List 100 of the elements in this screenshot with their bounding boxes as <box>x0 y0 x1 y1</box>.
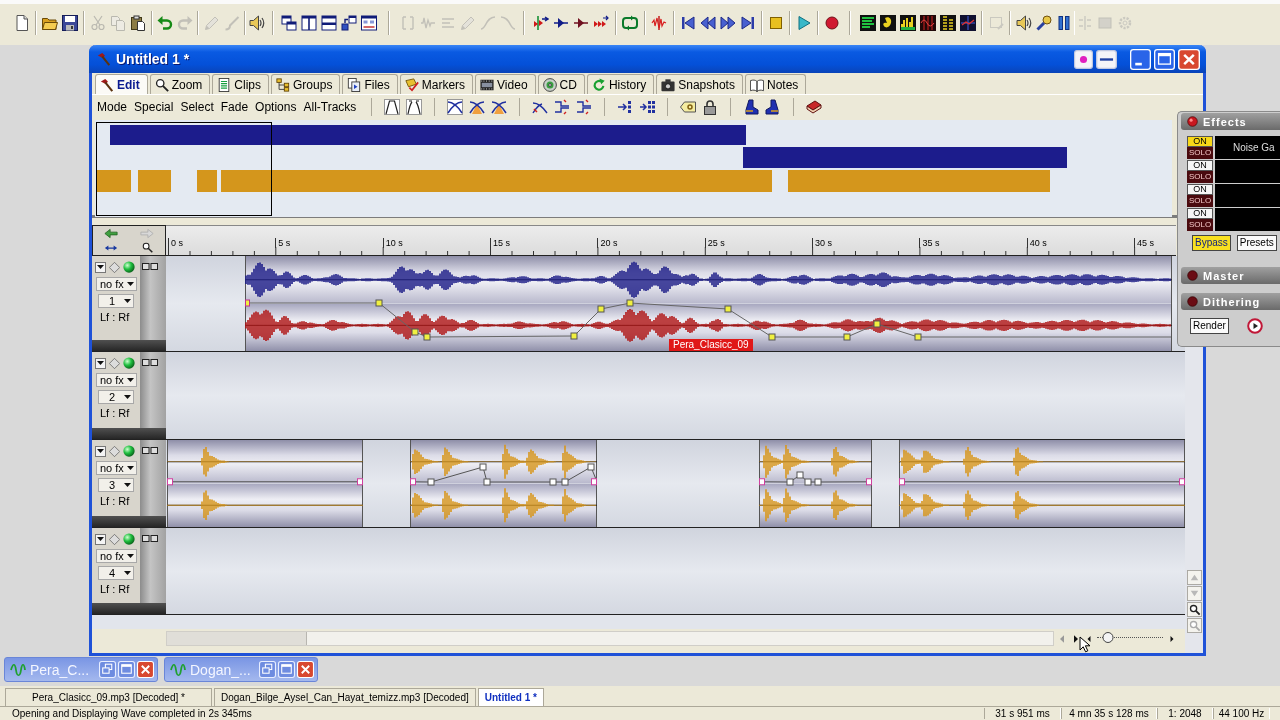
new-file-icon[interactable] <box>14 14 30 31</box>
menu-item[interactable]: Mode <box>97 99 128 114</box>
menu-item[interactable]: Fade <box>220 99 249 114</box>
channel-dropdown[interactable]: 4 <box>98 566 134 580</box>
close-icon[interactable] <box>297 661 314 678</box>
overview-map[interactable] <box>95 120 1172 217</box>
skip-start-icon[interactable] <box>680 14 696 31</box>
marker-arrow-icon[interactable] <box>533 14 549 31</box>
record-icon[interactable] <box>824 14 840 31</box>
tab[interactable]: History <box>586 74 655 94</box>
oscilloscope-icon[interactable] <box>920 14 936 31</box>
timeline-ruler[interactable]: 0 s 5 s 10 s 15 s 20 s 25 s 30 s 35 s 40 s 45 s <box>166 225 1176 256</box>
sphere-icon[interactable] <box>123 445 135 457</box>
channel-dropdown[interactable]: 1 <box>98 294 134 308</box>
restore-icon[interactable] <box>99 661 116 678</box>
undo-icon[interactable] <box>157 14 173 31</box>
sphere-icon[interactable] <box>123 261 135 273</box>
panel-header[interactable]: Dithering <box>1181 293 1280 310</box>
vector-scope-icon[interactable] <box>960 14 976 31</box>
volume-envelope[interactable] <box>410 463 597 486</box>
tile-horizontal-icon[interactable] <box>321 14 337 31</box>
audio-clip[interactable] <box>167 440 363 527</box>
spectrum-icon[interactable] <box>900 14 916 31</box>
on-toggle[interactable]: ON <box>1187 208 1213 219</box>
document-tab[interactable]: Untitled 1 * <box>477 688 544 706</box>
solo-toggle[interactable]: SOLO <box>1187 195 1213 207</box>
boot-icon[interactable] <box>743 98 760 115</box>
grid-arrow-icon[interactable] <box>639 98 656 115</box>
tab[interactable]: Snapshots <box>656 74 743 94</box>
volume-envelope[interactable] <box>759 471 872 486</box>
waveform-marker-icon[interactable] <box>651 14 667 31</box>
skip-end-icon[interactable] <box>740 14 756 31</box>
on-toggle[interactable]: ON <box>1187 184 1213 195</box>
crossfade-icon[interactable] <box>469 98 486 115</box>
menu-item[interactable]: All-Tracks <box>303 99 357 114</box>
menu-item[interactable]: Options <box>255 99 297 114</box>
maximize-icon[interactable] <box>278 661 295 678</box>
scrollbar-thumb[interactable] <box>167 632 307 645</box>
tile-vertical-icon[interactable] <box>301 14 317 31</box>
bypass-button[interactable]: Bypass <box>1192 235 1231 251</box>
audio-clip[interactable] <box>759 440 872 527</box>
volume-envelope[interactable] <box>245 299 1172 341</box>
right-arrow-icon[interactable] <box>1169 634 1175 643</box>
menu-item[interactable]: Special <box>134 99 174 114</box>
maximize-icon[interactable] <box>118 661 135 678</box>
boot-icon[interactable] <box>765 98 782 115</box>
bar-meter-icon[interactable] <box>940 14 956 31</box>
crossfade-split-icon[interactable] <box>554 98 571 115</box>
crossfade-icon[interactable] <box>491 98 508 115</box>
squares-icon[interactable] <box>142 263 158 270</box>
close-icon[interactable] <box>137 661 154 678</box>
on-toggle[interactable]: ON <box>1187 160 1213 171</box>
crossfade-icon[interactable] <box>447 98 464 115</box>
rewind-icon[interactable] <box>700 14 716 31</box>
effect-slot[interactable]: Noise Ga <box>1215 136 1280 159</box>
squares-icon[interactable] <box>142 447 158 454</box>
solo-toggle[interactable]: SOLO <box>1187 219 1213 231</box>
slider-thumb[interactable] <box>1102 632 1114 643</box>
solo-toggle[interactable]: SOLO <box>1187 171 1213 183</box>
pause-icon[interactable] <box>1056 14 1072 31</box>
fx-dropdown[interactable]: no fx <box>96 549 137 563</box>
play-circle-icon[interactable] <box>1246 318 1263 334</box>
fade-shape-icon[interactable] <box>384 98 401 115</box>
squares-icon[interactable] <box>142 535 158 542</box>
solo-toggle[interactable]: SOLO <box>1187 147 1213 159</box>
level-meter-icon[interactable] <box>860 14 876 31</box>
crossfade-split-icon[interactable] <box>576 98 593 115</box>
tab[interactable]: Markers <box>399 74 474 94</box>
lock-icon[interactable] <box>702 98 719 115</box>
fx-dropdown[interactable]: no fx <box>96 461 137 475</box>
save-icon[interactable] <box>62 14 78 31</box>
presets-button[interactable]: Presets <box>1236 235 1277 251</box>
channel-dropdown[interactable]: 3 <box>98 478 134 492</box>
menu-item[interactable]: Select <box>180 99 214 114</box>
track-menu-button[interactable] <box>95 533 106 545</box>
microphone-icon[interactable] <box>1036 14 1052 31</box>
cascade-windows-icon[interactable] <box>281 14 297 31</box>
panel-header[interactable]: Master <box>1181 267 1280 284</box>
tab[interactable]: Edit <box>95 74 148 94</box>
sphere-icon[interactable] <box>123 533 135 545</box>
tab[interactable]: Groups <box>271 74 341 94</box>
fade-split-icon[interactable] <box>406 98 423 115</box>
arrange-windows-icon[interactable] <box>341 14 357 31</box>
close-icon[interactable] <box>1178 48 1200 70</box>
magnifier-icon[interactable] <box>141 242 153 254</box>
audio-clip[interactable] <box>410 440 597 527</box>
volume-envelope[interactable] <box>899 478 1185 486</box>
track-menu-button[interactable] <box>95 261 106 273</box>
book-icon[interactable] <box>806 98 823 115</box>
tab[interactable]: Clips <box>212 74 270 94</box>
right-arrow-icon[interactable] <box>1072 633 1080 644</box>
grid-arrow-icon[interactable] <box>617 98 634 115</box>
paste-icon[interactable] <box>130 14 146 31</box>
speaker-icon[interactable] <box>1016 14 1032 31</box>
stop-icon[interactable] <box>768 14 784 31</box>
track-menu-button[interactable] <box>95 357 106 369</box>
on-toggle[interactable]: ON <box>1187 136 1213 147</box>
horizontal-scrollbar[interactable] <box>166 631 1054 646</box>
magnifier-icon[interactable] <box>1186 602 1202 617</box>
fx-dropdown[interactable]: no fx <box>96 373 137 387</box>
